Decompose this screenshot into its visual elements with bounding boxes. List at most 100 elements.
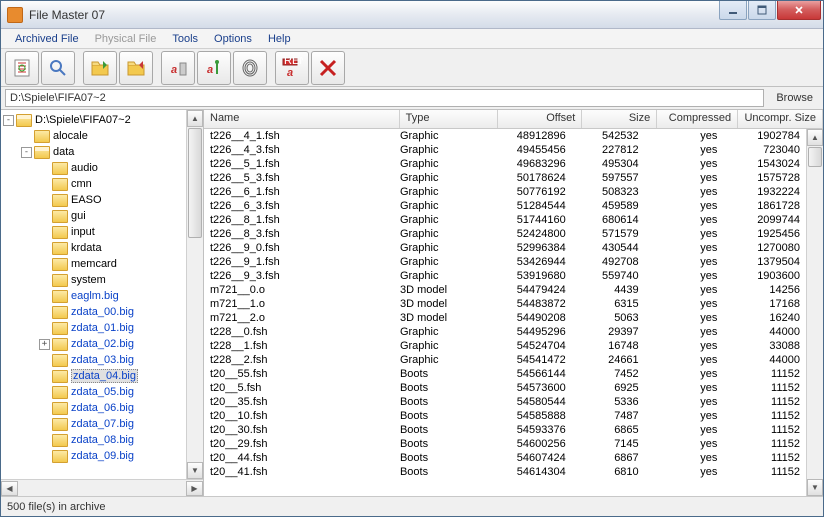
tool-8-rename-icon[interactable]: RENa — [275, 51, 309, 85]
scroll-thumb[interactable] — [808, 147, 822, 167]
menu-physical-file[interactable]: Physical File — [87, 31, 165, 47]
table-row[interactable]: m721__1.o3D model544838726315yes17168 — [204, 297, 806, 311]
tool-2-search-icon[interactable] — [41, 51, 75, 85]
table-row[interactable]: t20__5.fshBoots545736006925yes11152 — [204, 381, 806, 395]
scroll-down-icon[interactable]: ▼ — [187, 462, 203, 479]
cell-uncompr-size: 44000 — [723, 326, 806, 338]
tool-6[interactable]: a — [197, 51, 231, 85]
file-list[interactable]: t226__4_1.fshGraphic48912896542532yes190… — [204, 129, 806, 496]
expand-icon[interactable]: + — [39, 339, 50, 350]
table-row[interactable]: t20__41.fshBoots546143046810yes11152 — [204, 465, 806, 479]
tree-item[interactable]: -data — [3, 144, 184, 160]
table-row[interactable]: t20__44.fshBoots546074246867yes11152 — [204, 451, 806, 465]
tree-item[interactable]: alocale — [3, 128, 184, 144]
browse-button[interactable]: Browse — [770, 92, 819, 104]
tool-5[interactable]: a — [161, 51, 195, 85]
tool-9-delete-icon[interactable] — [311, 51, 345, 85]
table-row[interactable]: t228__0.fshGraphic5449529629397yes44000 — [204, 325, 806, 339]
maximize-button[interactable] — [748, 1, 776, 20]
tree-item[interactable]: zdata_00.big — [3, 304, 184, 320]
tree-vscrollbar[interactable]: ▲ ▼ — [186, 110, 203, 479]
tool-4-folder-import-icon[interactable] — [119, 51, 153, 85]
tree-item[interactable]: zdata_04.big — [3, 368, 184, 384]
minimize-button[interactable] — [719, 1, 747, 20]
tree-item[interactable]: zdata_08.big — [3, 432, 184, 448]
table-row[interactable]: t20__10.fshBoots545858887487yes11152 — [204, 409, 806, 423]
table-row[interactable]: t226__9_1.fshGraphic53426944492708yes137… — [204, 255, 806, 269]
col-header-offset[interactable]: Offset — [498, 110, 583, 128]
collapse-icon[interactable]: - — [3, 115, 14, 126]
cell-offset: 51744160 — [489, 214, 572, 226]
close-button[interactable] — [777, 1, 821, 20]
cell-type: Graphic — [394, 270, 489, 282]
table-row[interactable]: t20__30.fshBoots545933766865yes11152 — [204, 423, 806, 437]
cell-compressed: yes — [645, 298, 724, 310]
tree-hscrollbar[interactable]: ◀ ▶ — [1, 479, 203, 496]
tool-1[interactable] — [5, 51, 39, 85]
cell-offset: 54573600 — [489, 382, 572, 394]
table-row[interactable]: t226__4_1.fshGraphic48912896542532yes190… — [204, 129, 806, 143]
list-vscrollbar[interactable]: ▲ ▼ — [806, 129, 823, 496]
col-header-uncompr-size[interactable]: Uncompr. Size — [738, 110, 823, 128]
table-row[interactable]: t226__5_1.fshGraphic49683296495304yes154… — [204, 157, 806, 171]
table-row[interactable]: t228__1.fshGraphic5452470416748yes33088 — [204, 339, 806, 353]
menu-tools[interactable]: Tools — [164, 31, 206, 47]
table-row[interactable]: t226__8_3.fshGraphic52424800571579yes192… — [204, 227, 806, 241]
menu-options[interactable]: Options — [206, 31, 260, 47]
table-row[interactable]: t226__6_1.fshGraphic50776192508323yes193… — [204, 185, 806, 199]
path-input[interactable] — [5, 89, 764, 107]
scroll-up-icon[interactable]: ▲ — [807, 129, 823, 146]
col-header-size[interactable]: Size — [582, 110, 657, 128]
titlebar[interactable]: File Master 07 — [1, 1, 823, 29]
tree-item[interactable]: EASO — [3, 192, 184, 208]
menu-archived-file[interactable]: Archived File — [7, 31, 87, 47]
col-header-type[interactable]: Type — [400, 110, 498, 128]
tree-item[interactable]: zdata_03.big — [3, 352, 184, 368]
tree-item[interactable]: zdata_05.big — [3, 384, 184, 400]
table-row[interactable]: t226__9_0.fshGraphic52996384430544yes127… — [204, 241, 806, 255]
tree-item[interactable]: +zdata_02.big — [3, 336, 184, 352]
tree-item[interactable]: memcard — [3, 256, 184, 272]
cell-uncompr-size: 11152 — [723, 466, 806, 478]
tree-item[interactable]: krdata — [3, 240, 184, 256]
expand-icon[interactable]: - — [21, 147, 32, 158]
tree-item[interactable]: cmn — [3, 176, 184, 192]
col-header-name[interactable]: Name — [204, 110, 400, 128]
tree-item[interactable]: gui — [3, 208, 184, 224]
table-row[interactable]: t228__2.fshGraphic5454147224661yes44000 — [204, 353, 806, 367]
tree-item[interactable]: zdata_06.big — [3, 400, 184, 416]
cell-offset: 50178624 — [489, 172, 572, 184]
tree-item[interactable]: system — [3, 272, 184, 288]
scroll-right-icon[interactable]: ▶ — [186, 481, 203, 496]
table-row[interactable]: m721__0.o3D model544794244439yes14256 — [204, 283, 806, 297]
file-icon — [52, 434, 68, 447]
cell-uncompr-size: 11152 — [723, 452, 806, 464]
scroll-left-icon[interactable]: ◀ — [1, 481, 18, 496]
table-row[interactable]: t226__8_1.fshGraphic51744160680614yes209… — [204, 213, 806, 227]
table-row[interactable]: t226__4_3.fshGraphic49455456227812yes723… — [204, 143, 806, 157]
table-row[interactable]: t20__55.fshBoots545661447452yes11152 — [204, 367, 806, 381]
tree-item[interactable]: zdata_09.big — [3, 448, 184, 464]
table-row[interactable]: t20__29.fshBoots546002567145yes11152 — [204, 437, 806, 451]
table-row[interactable]: t226__6_3.fshGraphic51284544459589yes186… — [204, 199, 806, 213]
folder-tree[interactable]: -D:\Spiele\FIFA07~2alocale-dataaudiocmnE… — [1, 110, 186, 479]
table-row[interactable]: t226__5_3.fshGraphic50178624597557yes157… — [204, 171, 806, 185]
table-row[interactable]: t226__9_3.fshGraphic53919680559740yes190… — [204, 269, 806, 283]
tree-pane: -D:\Spiele\FIFA07~2alocale-dataaudiocmnE… — [1, 110, 204, 496]
tree-item[interactable]: input — [3, 224, 184, 240]
scroll-down-icon[interactable]: ▼ — [807, 479, 823, 496]
tool-3-folder-export-icon[interactable] — [83, 51, 117, 85]
table-row[interactable]: t20__35.fshBoots545805445336yes11152 — [204, 395, 806, 409]
scroll-up-icon[interactable]: ▲ — [187, 110, 203, 127]
col-header-compressed[interactable]: Compressed — [657, 110, 738, 128]
table-row[interactable]: m721__2.o3D model544902085063yes16240 — [204, 311, 806, 325]
menu-help[interactable]: Help — [260, 31, 299, 47]
tool-7-fingerprint-icon[interactable] — [233, 51, 267, 85]
tree-item[interactable]: zdata_07.big — [3, 416, 184, 432]
tree-root[interactable]: -D:\Spiele\FIFA07~2 — [3, 112, 184, 128]
scroll-thumb[interactable] — [188, 128, 202, 238]
tree-item[interactable]: zdata_01.big — [3, 320, 184, 336]
tree-item[interactable]: eaglm.big — [3, 288, 184, 304]
tree-label: memcard — [71, 258, 117, 270]
tree-item[interactable]: audio — [3, 160, 184, 176]
